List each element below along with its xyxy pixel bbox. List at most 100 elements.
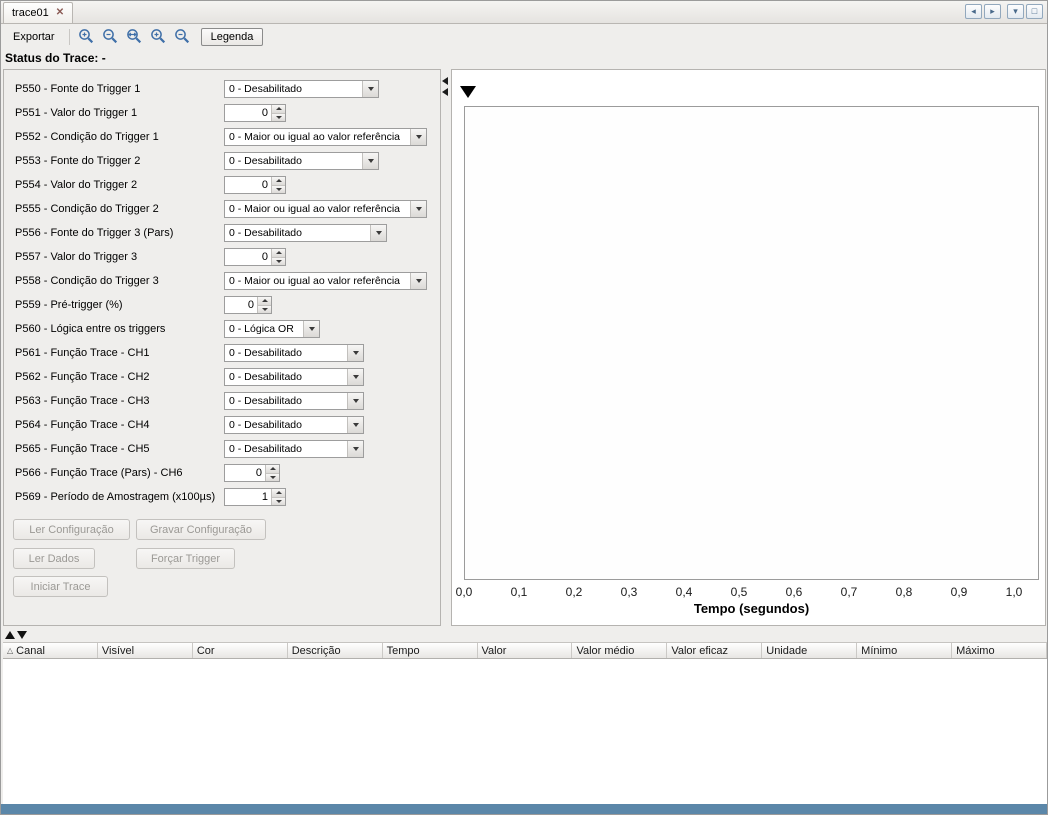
spinner-up-button[interactable]	[272, 489, 285, 497]
zoom-button-group	[76, 27, 194, 47]
p566-label: P566 - Função Trace (Pars) - CH6	[15, 467, 224, 479]
p555-select[interactable]: 0 - Maior ou igual ao valor referência	[224, 200, 427, 218]
start-trace-button[interactable]: Iniciar Trace	[13, 576, 108, 597]
p563-select[interactable]: 0 - Desabilitado	[224, 392, 364, 410]
spinner-up-button[interactable]	[272, 249, 285, 257]
chevron-down-icon	[347, 417, 363, 433]
column-header-6[interactable]: Valor médio	[572, 643, 667, 658]
spinner-down-button[interactable]	[272, 497, 285, 506]
zoom-in-icon[interactable]	[76, 27, 98, 47]
p556-label: P556 - Fonte do Trigger 3 (Pars)	[15, 227, 224, 239]
p558-select[interactable]: 0 - Maior ou igual ao valor referência	[224, 272, 427, 290]
chevron-down-icon	[410, 201, 426, 217]
p565-select[interactable]: 0 - Desabilitado	[224, 440, 364, 458]
column-header-10[interactable]: Máximo	[952, 643, 1047, 658]
p551-value: 0	[225, 105, 271, 121]
spinner-up-button[interactable]	[272, 177, 285, 185]
tab-list-button[interactable]: ▾	[1007, 4, 1024, 19]
trace-status-label: Status do Trace: -	[5, 51, 106, 65]
write-config-button[interactable]: Gravar Configuração	[136, 519, 266, 540]
x-tick-label: 0,2	[559, 585, 589, 599]
parameter-row: P563 - Função Trace - CH30 - Desabilitad…	[4, 389, 440, 413]
p552-select[interactable]: 0 - Maior ou igual ao valor referência	[224, 128, 427, 146]
p569-spinner[interactable]: 1	[224, 488, 286, 506]
p566-spinner[interactable]: 0	[224, 464, 280, 482]
spinner-down-button[interactable]	[272, 257, 285, 266]
x-tick-label: 0,8	[889, 585, 919, 599]
bottom-window-strip	[1, 804, 1047, 814]
spinner-down-button[interactable]	[266, 473, 279, 482]
p565-selected-value: 0 - Desabilitado	[225, 443, 347, 455]
parameter-row: P566 - Função Trace (Pars) - CH60	[4, 461, 440, 485]
spinner-up-button[interactable]	[266, 465, 279, 473]
read-config-button[interactable]: Ler Configuração	[13, 519, 130, 540]
export-button[interactable]: Exportar	[5, 28, 63, 46]
column-header-8[interactable]: Unidade	[762, 643, 857, 658]
p554-spinner[interactable]: 0	[224, 176, 286, 194]
p563-selected-value: 0 - Desabilitado	[225, 395, 347, 407]
trace-toolbar: Exportar Legenda	[1, 25, 1047, 48]
p557-label: P557 - Valor do Trigger 3	[15, 251, 224, 263]
p564-select[interactable]: 0 - Desabilitado	[224, 416, 364, 434]
x-tick-label: 0,5	[724, 585, 754, 599]
p569-label: P569 - Período de Amostragem (x100µs)	[15, 491, 224, 503]
p559-spinner[interactable]: 0	[224, 296, 272, 314]
p553-select[interactable]: 0 - Desabilitado	[224, 152, 379, 170]
p560-selected-value: 0 - Lógica OR	[225, 323, 303, 335]
p562-select[interactable]: 0 - Desabilitado	[224, 368, 364, 386]
column-header-2[interactable]: Cor	[193, 643, 288, 658]
spinner-down-button[interactable]	[258, 305, 271, 314]
zoom-fit-icon[interactable]	[124, 27, 146, 47]
column-header-label: Valor	[482, 645, 507, 657]
spinner-up-button[interactable]	[272, 105, 285, 113]
maximize-button[interactable]: □	[1026, 4, 1043, 19]
trace-config-panel: P550 - Fonte do Trigger 10 - Desabilitad…	[3, 69, 441, 626]
p556-selected-value: 0 - Desabilitado	[225, 227, 370, 239]
column-header-7[interactable]: Valor eficaz	[667, 643, 762, 658]
zoom-out-icon[interactable]	[100, 27, 122, 47]
spinner-down-button[interactable]	[272, 113, 285, 122]
p551-spinner[interactable]: 0	[224, 104, 286, 122]
p558-selected-value: 0 - Maior ou igual ao valor referência	[225, 275, 410, 287]
x-tick-label: 0,0	[449, 585, 479, 599]
p561-selected-value: 0 - Desabilitado	[225, 347, 347, 359]
trace-window: trace01 ✕ ◂▸ ▾□ Exportar Legenda Status d…	[0, 0, 1048, 815]
p561-label: P561 - Função Trace - CH1	[15, 347, 224, 359]
splitter-collapse-control[interactable]	[442, 77, 448, 96]
p557-spinner[interactable]: 0	[224, 248, 286, 266]
panel-splitter[interactable]	[441, 69, 451, 626]
column-header-4[interactable]: Tempo	[383, 643, 478, 658]
trigger-position-marker-icon[interactable]	[460, 86, 476, 98]
p561-select[interactable]: 0 - Desabilitado	[224, 344, 364, 362]
column-header-label: Unidade	[766, 645, 807, 657]
p550-select[interactable]: 0 - Desabilitado	[224, 80, 379, 98]
legend-button[interactable]: Legenda	[201, 28, 264, 46]
p560-select[interactable]: 0 - Lógica OR	[224, 320, 320, 338]
parameter-row: P558 - Condição do Trigger 30 - Maior ou…	[4, 269, 440, 293]
chevron-down-icon	[410, 273, 426, 289]
parameter-row: P569 - Período de Amostragem (x100µs)1	[4, 485, 440, 509]
force-trigger-button[interactable]: Forçar Trigger	[136, 548, 235, 569]
zoom-x-icon[interactable]	[148, 27, 170, 47]
zoom-y-icon[interactable]	[172, 27, 194, 47]
column-header-label: Canal	[16, 645, 45, 657]
bottom-panel-collapse-control[interactable]	[5, 629, 27, 641]
chevron-down-icon	[347, 441, 363, 457]
p556-select[interactable]: 0 - Desabilitado	[224, 224, 387, 242]
scroll-left-button[interactable]: ◂	[965, 4, 982, 19]
tab-trace01[interactable]: trace01 ✕	[3, 2, 73, 23]
scroll-right-button[interactable]: ▸	[984, 4, 1001, 19]
parameter-row: P560 - Lógica entre os triggers0 - Lógic…	[4, 317, 440, 341]
column-header-3[interactable]: Descrição	[288, 643, 383, 658]
chevron-down-icon	[347, 393, 363, 409]
tab-close-icon[interactable]: ✕	[56, 8, 64, 18]
p562-selected-value: 0 - Desabilitado	[225, 371, 347, 383]
column-header-1[interactable]: Visível	[98, 643, 193, 658]
chart-plot-area[interactable]	[464, 106, 1039, 580]
column-header-5[interactable]: Valor	[478, 643, 573, 658]
column-header-9[interactable]: Mínimo	[857, 643, 952, 658]
read-data-button[interactable]: Ler Dados	[13, 548, 95, 569]
spinner-down-button[interactable]	[272, 185, 285, 194]
column-header-0[interactable]: △Canal	[3, 643, 98, 658]
spinner-up-button[interactable]	[258, 297, 271, 305]
